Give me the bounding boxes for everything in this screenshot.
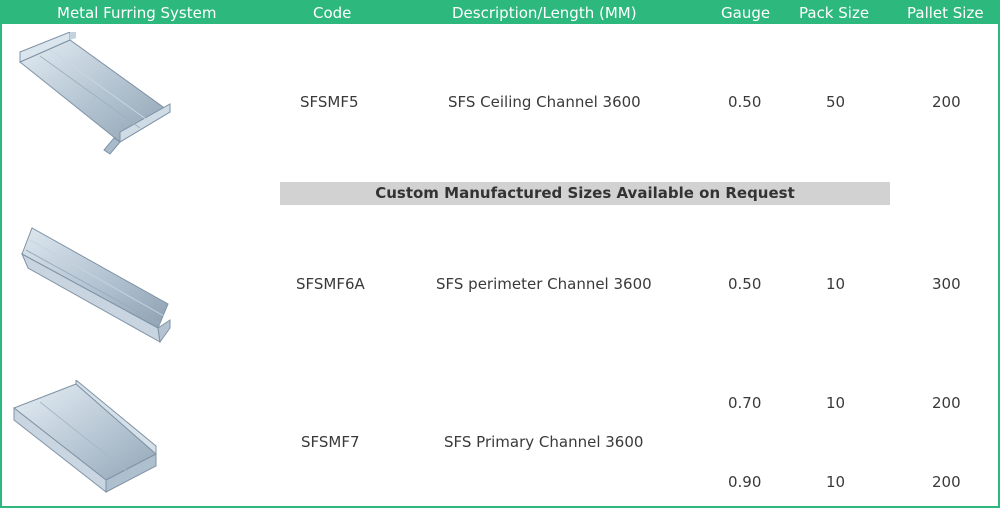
row1-pack-size: 50 xyxy=(826,93,846,111)
row3-gauge-b: 0.90 xyxy=(728,473,762,491)
ceiling-channel-image xyxy=(19,32,171,155)
row2-pallet-size: 300 xyxy=(932,275,961,293)
row1-code: SFSMF5 xyxy=(300,93,359,111)
primary-channel-image xyxy=(12,380,157,494)
header-gauge: Gauge xyxy=(721,4,771,22)
product-table: Metal Furring System Code Description/Le… xyxy=(0,0,1000,508)
row2-gauge: 0.50 xyxy=(728,275,762,293)
header-system: Metal Furring System xyxy=(57,4,217,22)
row3-code: SFSMF7 xyxy=(301,433,360,451)
row2-code: SFSMF6A xyxy=(296,275,365,293)
custom-sizes-banner: Custom Manufactured Sizes Available on R… xyxy=(280,182,890,205)
row1-gauge: 0.50 xyxy=(728,93,762,111)
row2-description: SFS perimeter Channel 3600 xyxy=(436,275,652,293)
row3-pallet-size-b: 200 xyxy=(932,473,961,491)
header-description: Description/Length (MM) xyxy=(452,4,637,22)
row3-description: SFS Primary Channel 3600 xyxy=(444,433,644,451)
row3-pack-size-a: 10 xyxy=(826,394,846,412)
header-code: Code xyxy=(313,4,352,22)
row3-pallet-size-a: 200 xyxy=(932,394,961,412)
row3-pack-size-b: 10 xyxy=(826,473,846,491)
row3-gauge-a: 0.70 xyxy=(728,394,762,412)
row2-pack-size: 10 xyxy=(826,275,846,293)
perimeter-channel-image xyxy=(20,227,171,344)
row1-description: SFS Ceiling Channel 3600 xyxy=(448,93,641,111)
table-header: Metal Furring System Code Description/Le… xyxy=(2,2,998,24)
header-pack-size: Pack Size xyxy=(799,4,870,22)
row1-pallet-size: 200 xyxy=(932,93,961,111)
header-pallet-size: Pallet Size xyxy=(907,4,984,22)
